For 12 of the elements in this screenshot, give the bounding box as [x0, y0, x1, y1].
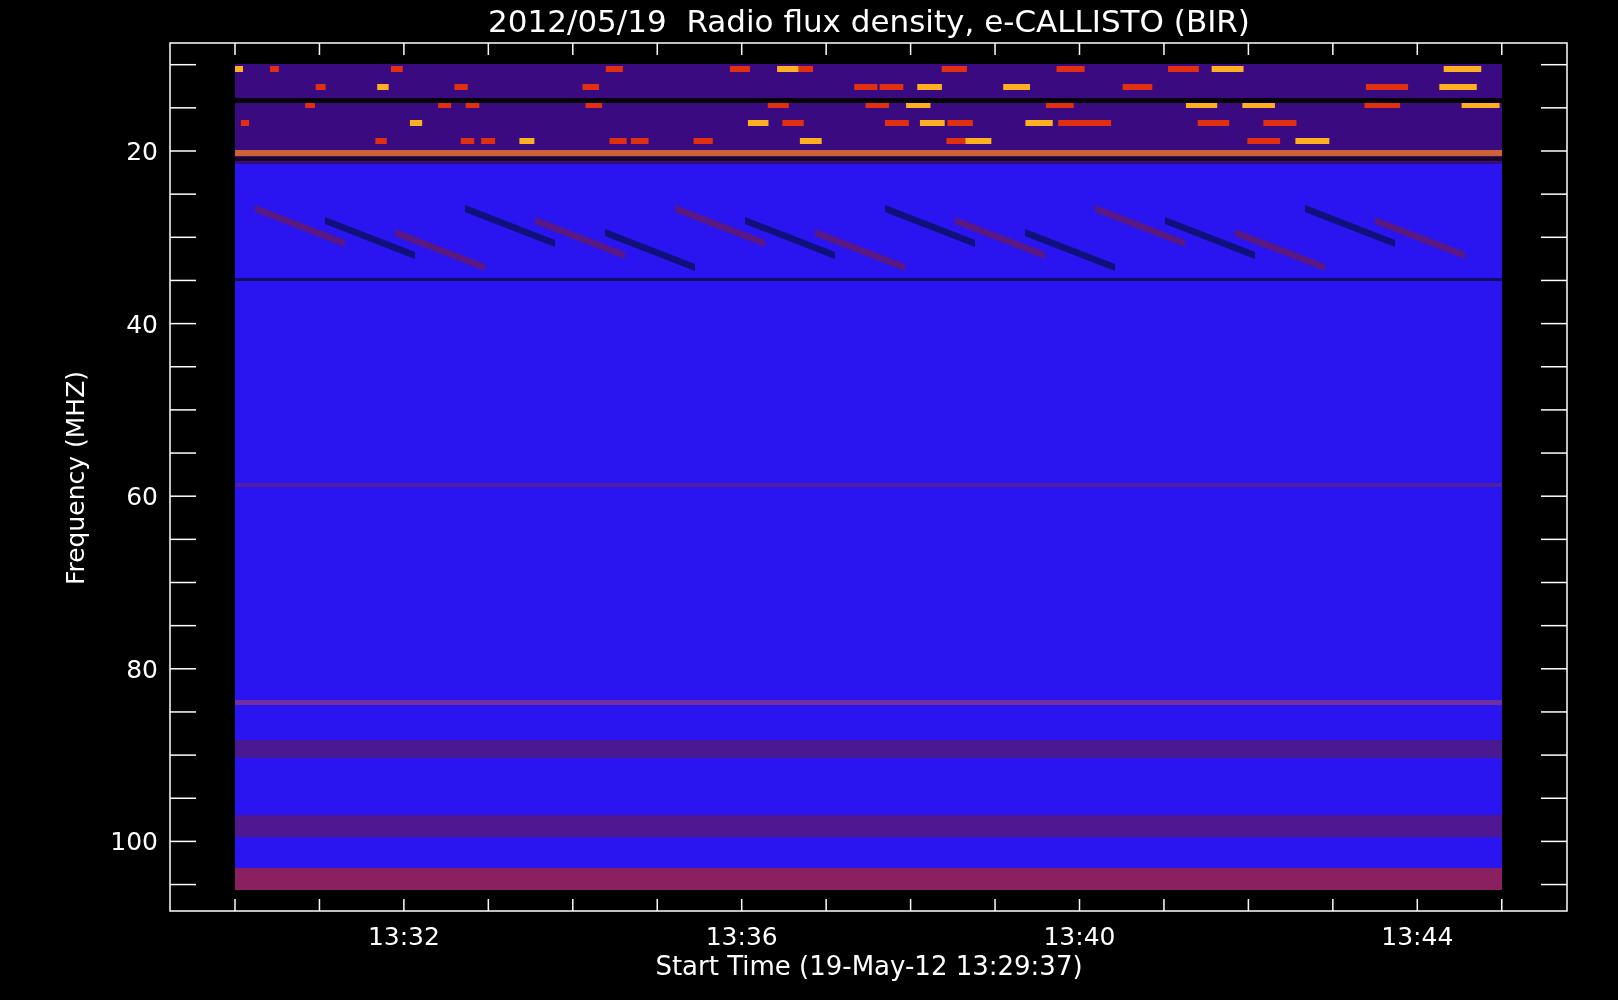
- tick-label: 20: [126, 137, 158, 166]
- x-axis-label: Start Time (19-May-12 13:29:37): [655, 951, 1083, 981]
- tick-label: 13:44: [1381, 922, 1454, 951]
- tick-label: 60: [126, 482, 158, 512]
- tick-label: 80: [126, 654, 158, 684]
- tick-label: 40: [126, 309, 158, 339]
- tick-label: 13:32: [367, 922, 440, 951]
- tick-label: 13:36: [705, 922, 778, 951]
- y-axis-label: Frequency (MHZ): [61, 370, 90, 586]
- tick-label: 13:40: [1043, 922, 1116, 951]
- tick-label: 100: [110, 827, 158, 857]
- plot-title: 2012/05/19 Radio flux density, e-CALLISTO (BIR): [488, 3, 1250, 39]
